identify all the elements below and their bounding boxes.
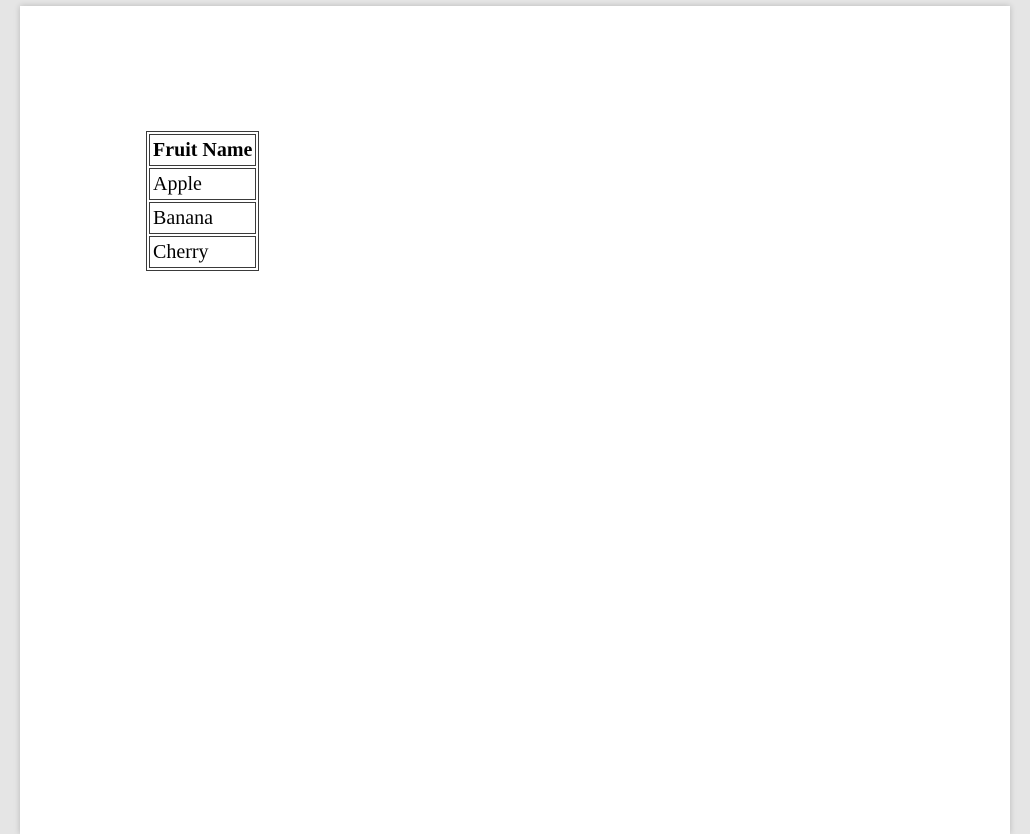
document-page: Fruit Name Apple Banana Cherry [20,6,1010,834]
table-header-cell: Fruit Name [149,134,256,166]
table-row: Cherry [149,236,256,268]
table-header-row: Fruit Name [149,134,256,166]
table-cell: Banana [149,202,256,234]
table-cell: Apple [149,168,256,200]
table-row: Apple [149,168,256,200]
fruit-table: Fruit Name Apple Banana Cherry [146,131,259,271]
table-cell: Cherry [149,236,256,268]
table-row: Banana [149,202,256,234]
